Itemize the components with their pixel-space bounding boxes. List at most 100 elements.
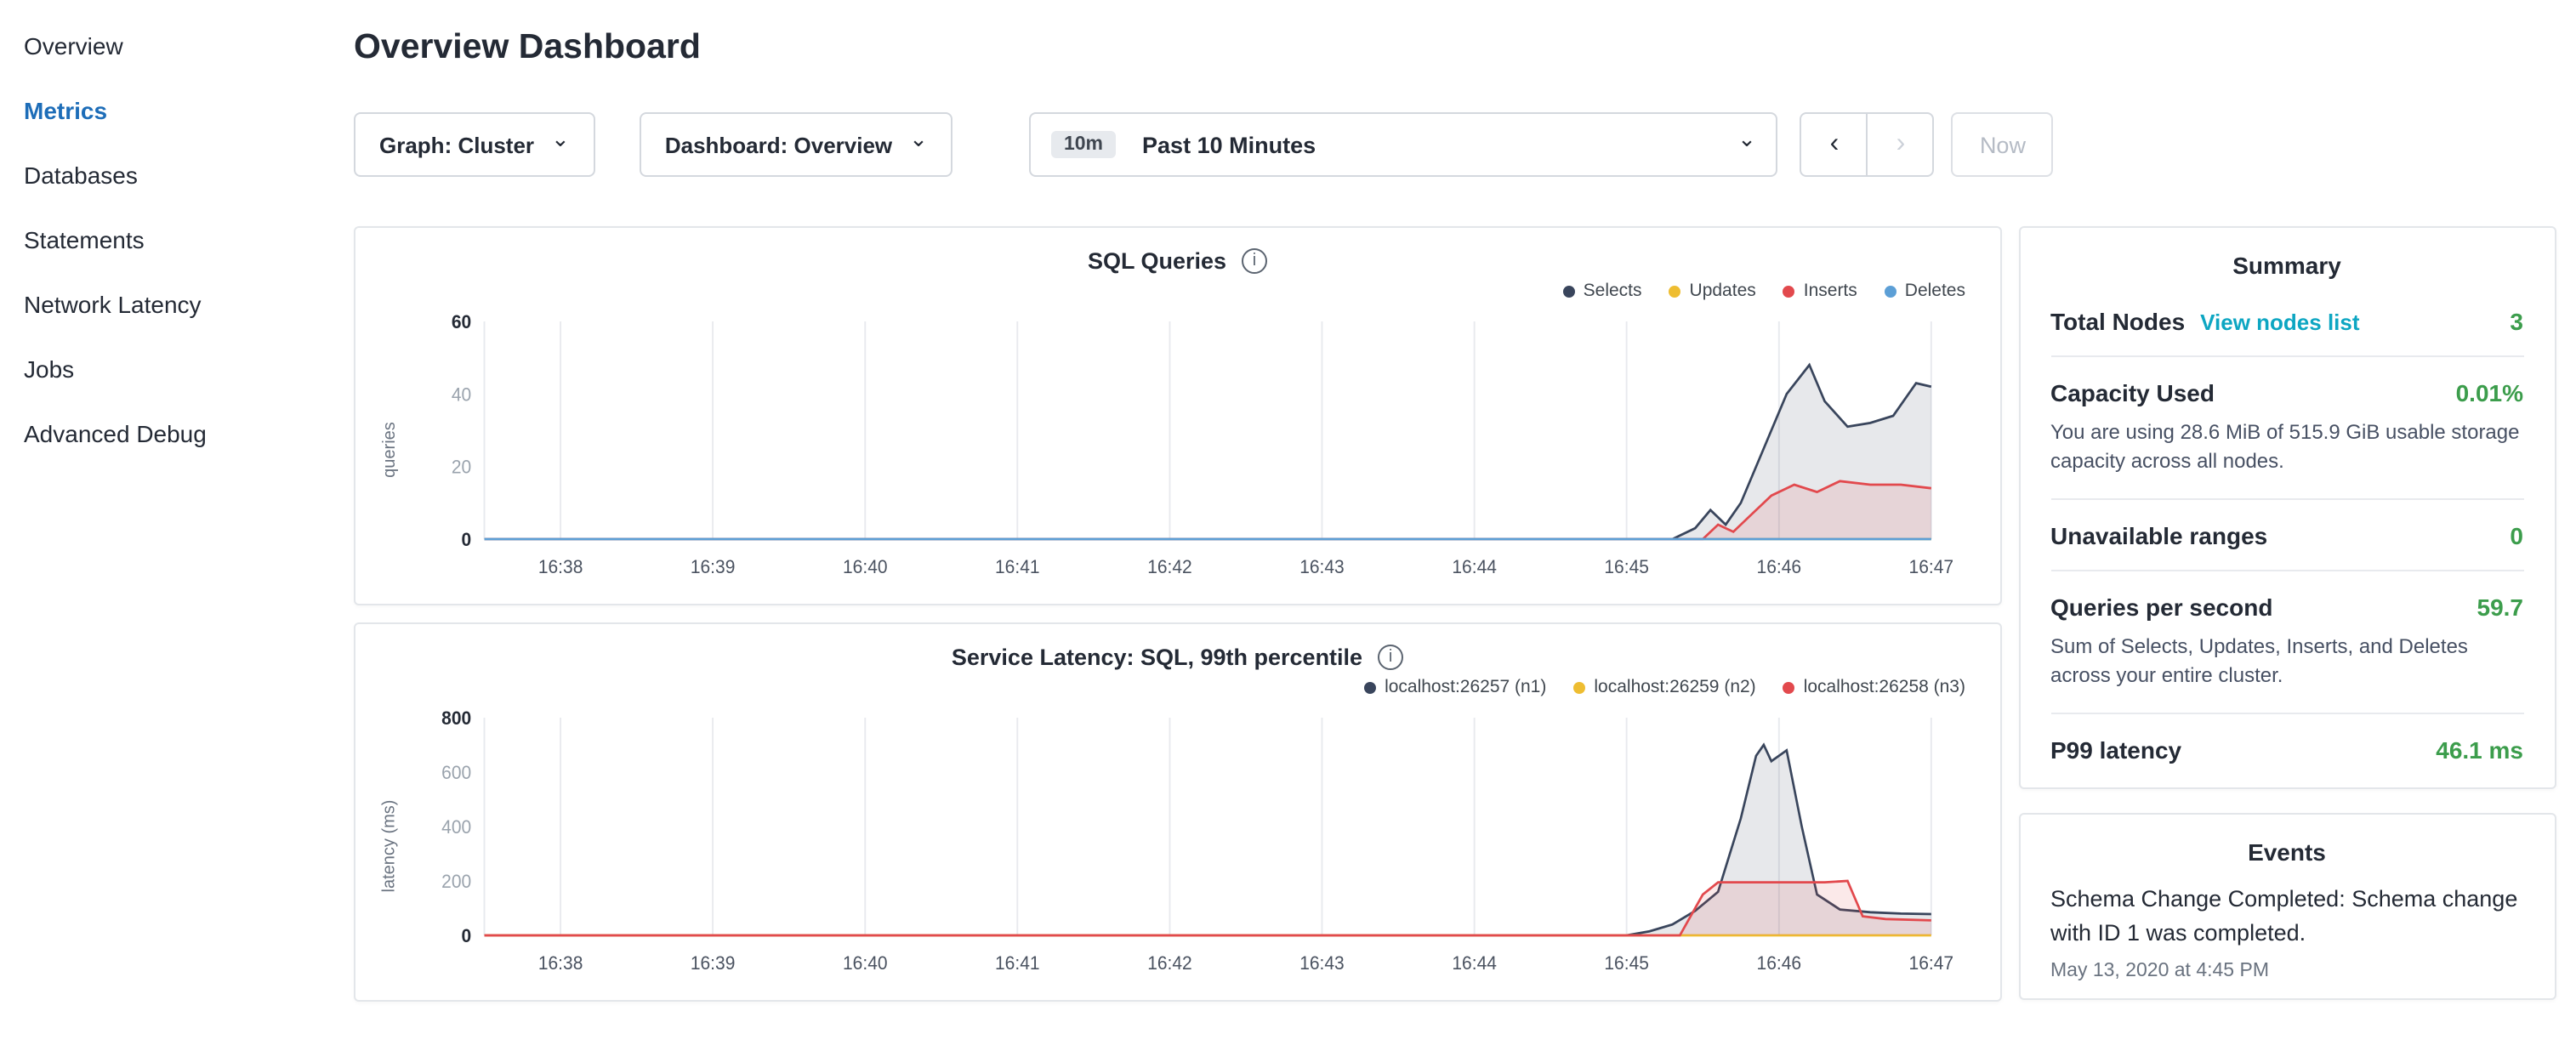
time-next-button[interactable]: › <box>1867 112 1935 177</box>
sidebar-item-jobs[interactable]: Jobs <box>24 337 328 401</box>
event-timestamp: May 13, 2020 at 4:45 PM <box>2050 962 2523 982</box>
charts-column: SQL Queries i Selects Updates Inserts De… <box>354 226 2001 1002</box>
summary-label: P99 latency <box>2050 736 2181 763</box>
legend-dot <box>1783 681 1795 693</box>
summary-value: 46.1 ms <box>2436 736 2523 763</box>
svg-text:16:40: 16:40 <box>843 557 888 578</box>
svg-text:0: 0 <box>462 926 472 947</box>
y-axis-label: latency (ms) <box>376 701 403 990</box>
chart-legend: Selects Updates Inserts Deletes <box>376 281 1965 301</box>
sidebar-item-statements[interactable]: Statements <box>24 207 328 272</box>
svg-text:16:43: 16:43 <box>1299 953 1345 974</box>
legend-dot <box>1563 285 1575 297</box>
svg-text:0: 0 <box>462 530 472 551</box>
chevron-down-icon: ⌄ <box>551 126 570 153</box>
page-title: Overview Dashboard <box>354 27 2556 68</box>
svg-text:16:41: 16:41 <box>995 557 1040 578</box>
summary-description: Sum of Selects, Updates, Inserts, and De… <box>2050 633 2523 692</box>
graph-dropdown[interactable]: Graph: Cluster ⌄ <box>354 112 595 177</box>
svg-text:16:46: 16:46 <box>1757 557 1802 578</box>
dashboard-dropdown[interactable]: Dashboard: Overview ⌄ <box>640 112 953 177</box>
y-axis-label: queries <box>376 304 403 594</box>
summary-description: You are using 28.6 MiB of 515.9 GiB usab… <box>2050 418 2523 478</box>
svg-text:16:38: 16:38 <box>538 557 583 578</box>
legend-item: Deletes <box>1885 281 1965 301</box>
legend-dot <box>1885 285 1896 297</box>
svg-text:16:45: 16:45 <box>1604 953 1649 974</box>
svg-text:16:39: 16:39 <box>691 557 736 578</box>
view-nodes-list-link[interactable]: View nodes list <box>2200 310 2359 335</box>
sidebar-item-overview[interactable]: Overview <box>24 14 328 78</box>
graph-dropdown-label: Graph: Cluster <box>379 132 534 157</box>
now-button[interactable]: Now <box>1952 112 2054 177</box>
svg-text:16:44: 16:44 <box>1452 953 1497 974</box>
chart-title: SQL Queries <box>1088 248 1226 274</box>
app-window: Overview Metrics Databases Statements Ne… <box>0 0 2576 1051</box>
legend-label: localhost:26258 (n3) <box>1804 677 1965 697</box>
svg-text:400: 400 <box>441 817 471 838</box>
legend-dot <box>1364 681 1376 693</box>
svg-text:16:46: 16:46 <box>1757 953 1802 974</box>
summary-row-capacity-used: Capacity Used 0.01% You are using 28.6 M… <box>2050 357 2523 500</box>
legend-label: Inserts <box>1804 281 1857 301</box>
sql-queries-chart-card: SQL Queries i Selects Updates Inserts De… <box>354 226 2001 605</box>
svg-text:40: 40 <box>452 384 471 406</box>
svg-text:16:42: 16:42 <box>1147 557 1192 578</box>
summary-label: Unavailable ranges <box>2050 522 2267 549</box>
svg-text:16:47: 16:47 <box>1909 557 1954 578</box>
summary-row-unavailable-ranges: Unavailable ranges 0 <box>2050 500 2523 571</box>
summary-value: 3 <box>2510 308 2523 335</box>
summary-label: Queries per second <box>2050 594 2272 621</box>
svg-text:800: 800 <box>441 708 471 730</box>
svg-text:600: 600 <box>441 763 471 784</box>
svg-text:16:47: 16:47 <box>1909 953 1954 974</box>
legend-dot <box>1783 285 1795 297</box>
summary-row-queries-per-second: Queries per second 59.7 Sum of Selects, … <box>2050 571 2523 714</box>
time-range-label: Past 10 Minutes <box>1142 132 1316 157</box>
dashboard-dropdown-label: Dashboard: Overview <box>665 132 892 157</box>
summary-value: 0.01% <box>2456 379 2523 406</box>
legend-label: Selects <box>1584 281 1642 301</box>
svg-text:16:45: 16:45 <box>1604 557 1649 578</box>
svg-text:16:43: 16:43 <box>1299 557 1345 578</box>
chart-legend: localhost:26257 (n1) localhost:26259 (n2… <box>376 677 1965 697</box>
toolbar: Graph: Cluster ⌄ Dashboard: Overview ⌄ 1… <box>354 112 2556 177</box>
legend-dot <box>1573 681 1585 693</box>
events-panel: Events Schema Change Completed: Schema c… <box>2018 812 2556 1001</box>
svg-text:16:44: 16:44 <box>1452 557 1497 578</box>
sidebar-item-advanced-debug[interactable]: Advanced Debug <box>24 401 328 466</box>
legend-item: Inserts <box>1783 281 1857 301</box>
info-icon[interactable]: i <box>1378 645 1403 670</box>
summary-row-total-nodes: Total Nodes View nodes list 3 <box>2050 286 2523 357</box>
sidebar-item-metrics[interactable]: Metrics <box>24 78 328 143</box>
legend-label: Updates <box>1690 281 1756 301</box>
svg-text:60: 60 <box>452 312 471 333</box>
legend-dot <box>1669 285 1681 297</box>
summary-title: Summary <box>2050 252 2523 279</box>
time-range-dropdown[interactable]: 10m Past 10 Minutes ⌄ <box>1030 112 1778 177</box>
dashboard-content: SQL Queries i Selects Updates Inserts De… <box>354 226 2556 1002</box>
svg-text:16:42: 16:42 <box>1147 953 1192 974</box>
summary-value: 59.7 <box>2477 594 2524 621</box>
summary-label: Capacity Used <box>2050 379 2215 406</box>
legend-item: Selects <box>1563 281 1642 301</box>
sql-queries-chart: 16:38 16:39 16:40 16:41 16:42 16:43 16:44 16:45… <box>403 304 1979 594</box>
summary-value: 0 <box>2510 522 2523 549</box>
legend-label: Deletes <box>1905 281 1965 301</box>
chevron-down-icon: ⌄ <box>1737 126 1756 153</box>
service-latency-chart-card: Service Latency: SQL, 99th percentile i … <box>354 622 2001 1002</box>
event-item[interactable]: Schema Change Completed: Schema change w… <box>2050 882 2523 953</box>
legend-label: localhost:26259 (n2) <box>1594 677 1755 697</box>
sidebar-item-network-latency[interactable]: Network Latency <box>24 272 328 337</box>
time-range-badge: 10m <box>1052 131 1115 158</box>
info-icon[interactable]: i <box>1242 248 1267 274</box>
svg-text:16:39: 16:39 <box>691 953 736 974</box>
legend-item: Updates <box>1669 281 1756 301</box>
summary-label: Total Nodes <box>2050 308 2185 335</box>
svg-text:16:40: 16:40 <box>843 953 888 974</box>
time-prev-button[interactable]: ‹ <box>1800 112 1868 177</box>
legend-item: localhost:26258 (n3) <box>1783 677 1965 697</box>
svg-text:16:41: 16:41 <box>995 953 1040 974</box>
legend-item: localhost:26259 (n2) <box>1573 677 1755 697</box>
sidebar-item-databases[interactable]: Databases <box>24 143 328 207</box>
